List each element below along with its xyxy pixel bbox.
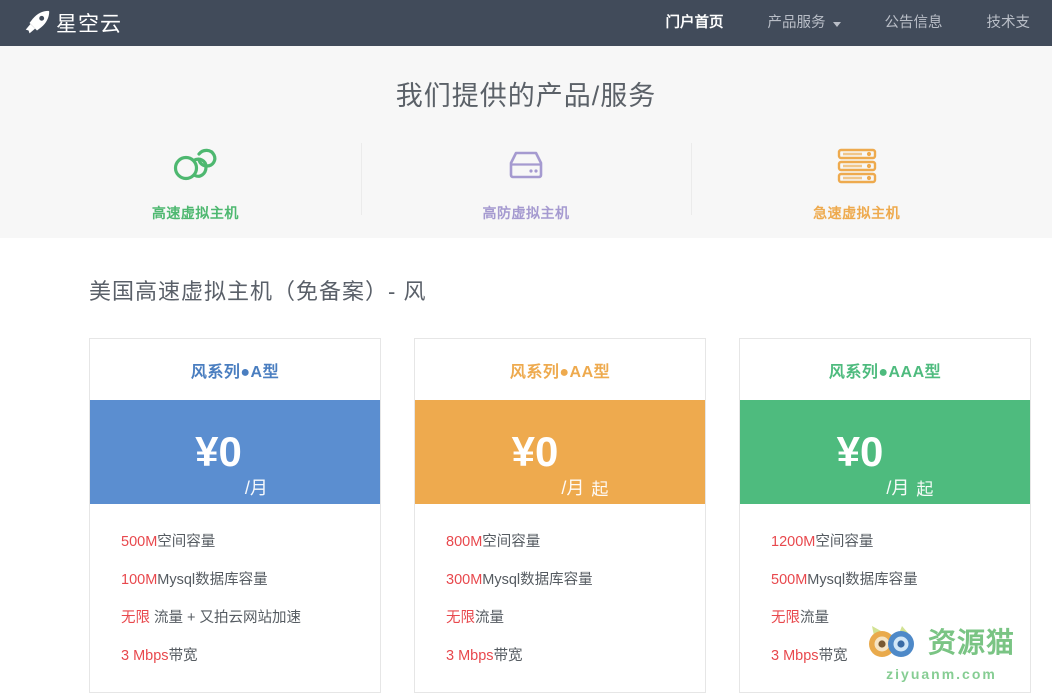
feature-item: 3 Mbps带宽 xyxy=(121,644,380,665)
service-list: 高速虚拟主机 高防虚拟主机 急速虚拟主机 xyxy=(0,141,1052,233)
main-nav: 门户首页 产品服务 公告信息 技术支 xyxy=(644,0,1052,46)
feature-item: 无限流量 xyxy=(771,606,1030,627)
nav-item-announcements[interactable]: 公告信息 xyxy=(863,0,965,46)
service-item-protected-host[interactable]: 高防虚拟主机 xyxy=(360,141,692,233)
feature-text: 空间容量 xyxy=(157,534,216,550)
feature-text: 带宽 xyxy=(493,648,523,664)
feature-item: 无限流量 xyxy=(446,606,705,627)
feature-item: 3 Mbps带宽 xyxy=(771,644,1030,665)
feature-highlight: 3 Mbps xyxy=(771,648,819,664)
rocket-icon xyxy=(25,10,50,34)
price-amount: ¥0 xyxy=(836,428,884,475)
feature-text: 流量 xyxy=(800,610,829,626)
feature-text: Mysql数据库容量 xyxy=(807,572,918,588)
price-suffix: 起 xyxy=(591,480,609,499)
price-unit: /月 xyxy=(561,478,585,498)
feature-highlight: 3 Mbps xyxy=(121,648,169,664)
feature-highlight: 800M xyxy=(446,534,483,550)
feature-highlight: 无限 xyxy=(121,610,150,626)
feature-text: 流量 xyxy=(475,610,504,626)
feature-item: 300MMysql数据库容量 xyxy=(446,568,705,589)
service-item-fast-host[interactable]: 高速虚拟主机 xyxy=(30,141,361,233)
feature-highlight: 3 Mbps xyxy=(446,648,494,664)
feature-item: 1200M空间容量 xyxy=(771,530,1030,551)
feature-text: 空间容量 xyxy=(815,534,874,550)
top-navigation-bar: 星空云 门户首页 产品服务 公告信息 技术支 xyxy=(0,0,1052,46)
feature-highlight: 300M xyxy=(446,572,483,588)
feature-text: Mysql数据库容量 xyxy=(482,572,593,588)
pricing-card-features: 800M空间容量 300MMysql数据库容量 无限流量 3 Mbps带宽 xyxy=(415,504,705,692)
price-unit: /月 xyxy=(244,478,268,498)
pricing-card-price: ¥0 /月 起 xyxy=(415,400,705,504)
feature-item: 500M空间容量 xyxy=(121,530,380,551)
pricing-card-title: 风系列●AA型 xyxy=(509,363,611,381)
pricing-card-title: 风系列●A型 xyxy=(190,363,280,381)
nav-item-products-label: 产品服务 xyxy=(767,15,826,31)
nav-item-announcements-label: 公告信息 xyxy=(884,15,943,31)
nav-item-support-label: 技术支 xyxy=(986,15,1031,31)
pricing-card-title: 风系列●AAA型 xyxy=(828,363,942,381)
server-rack-icon xyxy=(691,145,1022,187)
feature-highlight: 100M xyxy=(121,572,158,588)
feature-highlight: 无限 xyxy=(446,610,475,626)
nav-item-home-label: 门户首页 xyxy=(665,15,724,31)
page-root: 星空云 门户首页 产品服务 公告信息 技术支 我们提供的产品/服务 高速虚拟主机… xyxy=(0,0,1052,696)
cloud-icon xyxy=(30,145,361,187)
pricing-card-features: 500M空间容量 100MMysql数据库容量 无限 流量 + 又拍云网站加速 … xyxy=(90,504,380,692)
feature-text: 空间容量 xyxy=(482,534,541,550)
hero-section: 我们提供的产品/服务 高速虚拟主机 高防虚拟主机 急速虚拟主机 xyxy=(0,46,1052,238)
service-item-fast-host-label: 高速虚拟主机 xyxy=(151,205,239,221)
price-suffix: 起 xyxy=(916,480,934,499)
feature-text: 带宽 xyxy=(818,648,848,664)
service-item-protected-host-label: 高防虚拟主机 xyxy=(482,205,570,221)
service-item-rapid-host[interactable]: 急速虚拟主机 xyxy=(691,141,1022,233)
site-logo[interactable]: 星空云 xyxy=(22,8,122,38)
pricing-card-price: ¥0 /月 起 xyxy=(740,400,1030,504)
server-drive-icon xyxy=(361,145,692,187)
price-unit: /月 xyxy=(886,478,910,498)
price-amount: ¥0 xyxy=(195,428,242,475)
feature-item: 500MMysql数据库容量 xyxy=(771,568,1030,589)
pricing-card[interactable]: 风系列●AA型 ¥0 /月 起 800M空间容量 300MMysql数据库容量 … xyxy=(414,338,706,693)
feature-highlight: 无限 xyxy=(771,610,800,626)
service-item-rapid-host-label: 急速虚拟主机 xyxy=(813,205,901,221)
feature-item: 3 Mbps带宽 xyxy=(446,644,705,665)
products-section: 美国高速虚拟主机（免备案）- 风 风系列●A型 ¥0 /月 500M空间容量 1… xyxy=(0,238,1052,693)
page-title: 美国高速虚拟主机（免备案）- 风 xyxy=(89,279,427,304)
nav-item-products[interactable]: 产品服务 xyxy=(746,0,863,46)
nav-item-support[interactable]: 技术支 xyxy=(965,0,1052,46)
feature-text: 带宽 xyxy=(168,648,198,664)
pricing-card-features: 1200M空间容量 500MMysql数据库容量 无限流量 3 Mbps带宽 xyxy=(740,504,1030,692)
feature-highlight: 500M xyxy=(771,572,808,588)
feature-highlight: 1200M xyxy=(771,534,816,550)
pricing-card-price: ¥0 /月 xyxy=(90,400,380,504)
nav-item-home[interactable]: 门户首页 xyxy=(644,0,746,46)
feature-text: Mysql数据库容量 xyxy=(157,572,268,588)
site-logo-text: 星空云 xyxy=(56,13,122,36)
pricing-card-list: 风系列●A型 ¥0 /月 500M空间容量 100MMysql数据库容量 无限 … xyxy=(0,338,1052,693)
chevron-down-icon xyxy=(832,21,841,27)
pricing-card[interactable]: 风系列●AAA型 ¥0 /月 起 1200M空间容量 500MMysql数据库容… xyxy=(739,338,1031,693)
price-amount: ¥0 xyxy=(511,428,559,475)
feature-highlight: 500M xyxy=(121,534,158,550)
feature-item: 800M空间容量 xyxy=(446,530,705,551)
pricing-card[interactable]: 风系列●A型 ¥0 /月 500M空间容量 100MMysql数据库容量 无限 … xyxy=(89,338,381,693)
feature-item: 无限 流量 + 又拍云网站加速 xyxy=(121,606,380,627)
hero-title: 我们提供的产品/服务 xyxy=(395,81,657,111)
feature-text: 流量 + 又拍云网站加速 xyxy=(150,610,302,626)
feature-item: 100MMysql数据库容量 xyxy=(121,568,380,589)
